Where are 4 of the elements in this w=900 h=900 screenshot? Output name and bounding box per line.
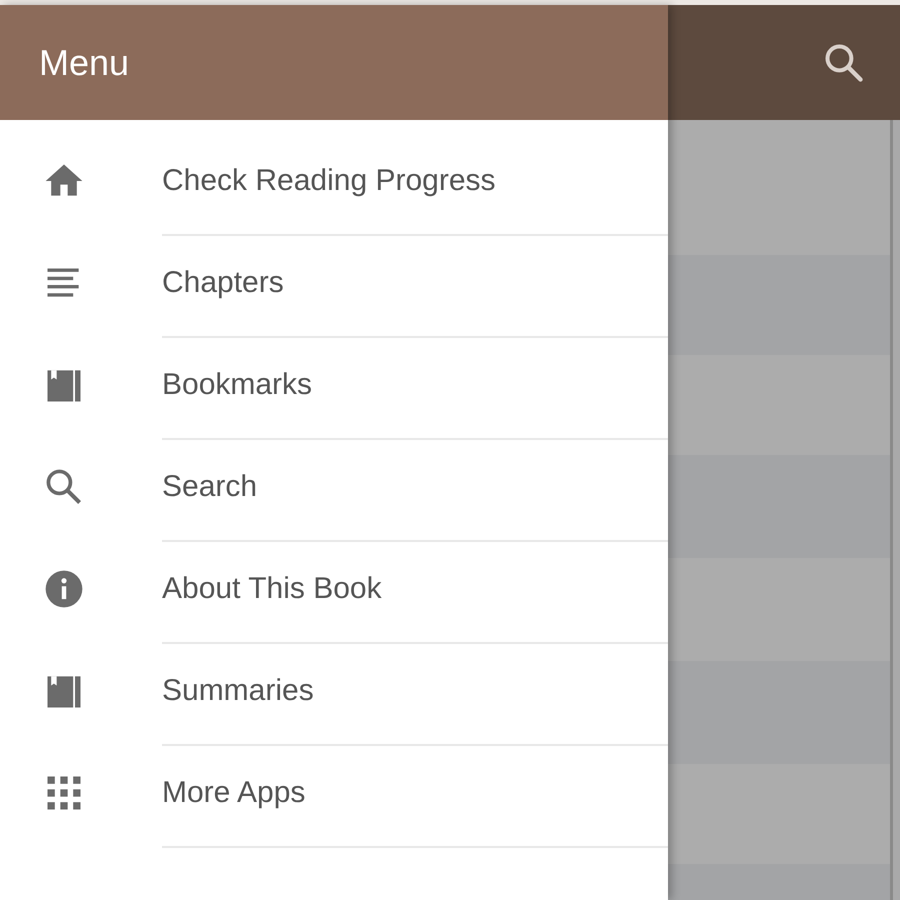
menu-item[interactable]: Bookmarks: [0, 338, 668, 440]
menu-item[interactable]: About This Book: [0, 542, 668, 644]
menu-item[interactable]: Summaries: [0, 644, 668, 746]
drawer-title: Menu: [39, 40, 130, 84]
